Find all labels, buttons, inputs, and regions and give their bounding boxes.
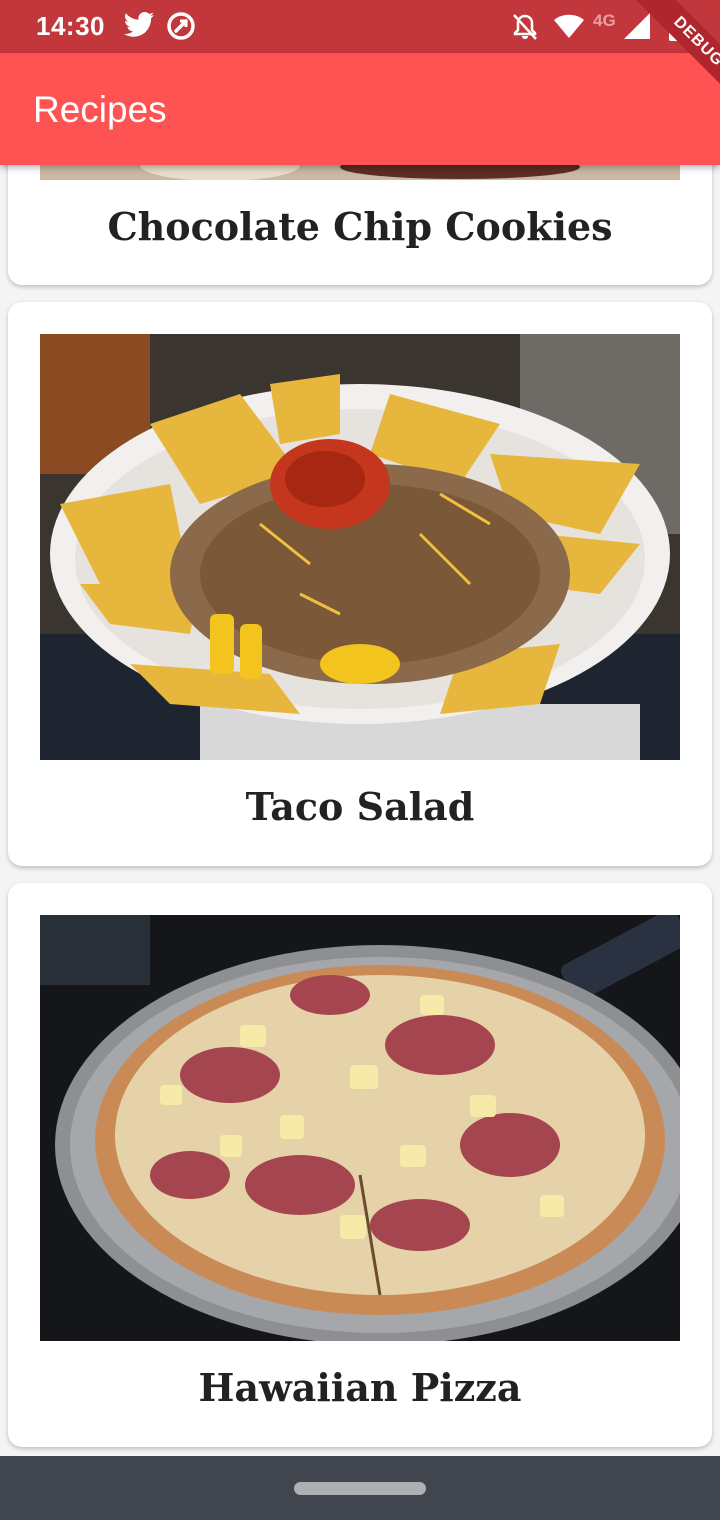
recipe-card-taco-salad[interactable]: Taco Salad bbox=[8, 302, 712, 866]
sync-icon bbox=[166, 11, 196, 46]
system-navigation-bar bbox=[0, 1456, 720, 1520]
battery-charging-icon bbox=[668, 10, 686, 47]
recipe-title: Hawaiian Pizza bbox=[198, 1365, 522, 1410]
status-bar: 14:30 4G bbox=[0, 0, 720, 53]
network-type-label: 4G bbox=[593, 11, 616, 30]
twitter-icon bbox=[123, 11, 155, 44]
recipe-title: Chocolate Chip Cookies bbox=[107, 204, 613, 249]
recipe-image-taco-salad bbox=[40, 334, 680, 760]
cell-signal-icon bbox=[622, 13, 652, 46]
recipe-card-cookies[interactable]: Chocolate Chip Cookies bbox=[8, 165, 712, 285]
wifi-icon bbox=[553, 13, 585, 44]
status-time: 14:30 bbox=[36, 11, 105, 41]
recipe-image-hawaiian-pizza bbox=[40, 915, 680, 1341]
app-title: Recipes bbox=[33, 89, 167, 130]
recipe-card-hawaiian-pizza[interactable]: Hawaiian Pizza bbox=[8, 883, 712, 1447]
gesture-handle[interactable] bbox=[294, 1482, 426, 1495]
recipe-image-cookies bbox=[40, 165, 680, 180]
notifications-off-icon bbox=[512, 13, 538, 46]
app-bar: Recipes bbox=[0, 53, 720, 165]
recipe-list[interactable]: Chocolate Chip Cookies Taco Salad Hawaii… bbox=[0, 165, 720, 1456]
recipe-title: Taco Salad bbox=[245, 784, 475, 829]
